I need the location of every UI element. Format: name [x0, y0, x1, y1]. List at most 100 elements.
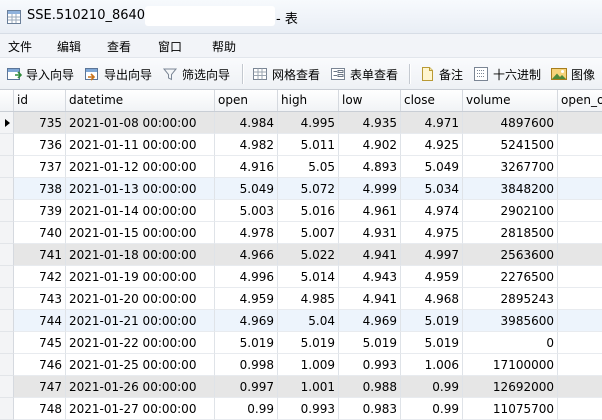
- column-header-open[interactable]: open: [215, 90, 278, 111]
- cell-low[interactable]: 0.993: [339, 354, 401, 376]
- table-row[interactable]: 738 2021-01-13 00:00:00 5.049 5.072 4.999 5.0…: [0, 178, 602, 200]
- data-grid[interactable]: id datetime open high low close volume o…: [0, 90, 602, 420]
- cell-close[interactable]: 4.975: [401, 222, 463, 244]
- cell-datetime[interactable]: 2021-01-13 00:00:00: [66, 178, 215, 200]
- cell-volume[interactable]: 2563600: [463, 244, 558, 266]
- cell-volume[interactable]: 3848200: [463, 178, 558, 200]
- cell-id[interactable]: 735: [14, 112, 66, 134]
- row-selector[interactable]: [0, 310, 14, 332]
- cell-low[interactable]: 4.902: [339, 134, 401, 156]
- row-selector[interactable]: [0, 288, 14, 310]
- cell-open[interactable]: 5.003: [215, 200, 278, 222]
- table-row[interactable]: 745 2021-01-22 00:00:00 5.019 5.019 5.019 5.0…: [0, 332, 602, 354]
- cell-datetime[interactable]: 2021-01-27 00:00:00: [66, 398, 215, 420]
- cell-high[interactable]: 5.05: [278, 156, 339, 178]
- cell-open[interactable]: 5.049: [215, 178, 278, 200]
- cell-id[interactable]: 741: [14, 244, 66, 266]
- cell-open[interactable]: 0.997: [215, 376, 278, 398]
- cell-volume[interactable]: 2895243: [463, 288, 558, 310]
- column-header-low[interactable]: low: [339, 90, 401, 111]
- cell-open-o[interactable]: [558, 200, 602, 222]
- cell-volume[interactable]: 0: [463, 332, 558, 354]
- cell-id[interactable]: 737: [14, 156, 66, 178]
- row-selector[interactable]: [0, 156, 14, 178]
- cell-volume[interactable]: 4897600: [463, 112, 558, 134]
- cell-id[interactable]: 740: [14, 222, 66, 244]
- cell-volume[interactable]: 5241500: [463, 134, 558, 156]
- cell-high[interactable]: 5.019: [278, 332, 339, 354]
- grid-view-button[interactable]: 网格查看: [252, 64, 324, 84]
- cell-open[interactable]: 4.996: [215, 266, 278, 288]
- table-row[interactable]: 742 2021-01-19 00:00:00 4.996 5.014 4.943 4.9…: [0, 266, 602, 288]
- cell-high[interactable]: 5.072: [278, 178, 339, 200]
- cell-low[interactable]: 0.988: [339, 376, 401, 398]
- cell-low[interactable]: 4.969: [339, 310, 401, 332]
- cell-open[interactable]: 4.984: [215, 112, 278, 134]
- cell-volume[interactable]: 17100000: [463, 354, 558, 376]
- cell-low[interactable]: 4.999: [339, 178, 401, 200]
- cell-datetime[interactable]: 2021-01-12 00:00:00: [66, 156, 215, 178]
- row-selector[interactable]: [0, 266, 14, 288]
- table-row[interactable]: 737 2021-01-12 00:00:00 4.916 5.05 4.893 5.04…: [0, 156, 602, 178]
- table-row[interactable]: 747 2021-01-26 00:00:00 0.997 1.001 0.988 0.9…: [0, 376, 602, 398]
- cell-close[interactable]: 5.034: [401, 178, 463, 200]
- cell-datetime[interactable]: 2021-01-20 00:00:00: [66, 288, 215, 310]
- row-selector[interactable]: [0, 398, 14, 420]
- cell-close[interactable]: 0.99: [401, 398, 463, 420]
- cell-id[interactable]: 747: [14, 376, 66, 398]
- cell-close[interactable]: 5.019: [401, 332, 463, 354]
- cell-id[interactable]: 739: [14, 200, 66, 222]
- cell-id[interactable]: 748: [14, 398, 66, 420]
- cell-high[interactable]: 4.985: [278, 288, 339, 310]
- import-wizard-button[interactable]: 导入向导: [6, 64, 78, 84]
- cell-datetime[interactable]: 2021-01-21 00:00:00: [66, 310, 215, 332]
- cell-high[interactable]: 5.016: [278, 200, 339, 222]
- menu-file[interactable]: 文件: [8, 38, 32, 55]
- menu-help[interactable]: 帮助: [212, 38, 236, 55]
- cell-open-o[interactable]: [558, 332, 602, 354]
- export-wizard-button[interactable]: 导出向导: [84, 64, 156, 84]
- cell-datetime[interactable]: 2021-01-25 00:00:00: [66, 354, 215, 376]
- cell-open[interactable]: 5.019: [215, 332, 278, 354]
- table-row[interactable]: 746 2021-01-25 00:00:00 0.998 1.009 0.993 1.0…: [0, 354, 602, 376]
- cell-open-o[interactable]: [558, 354, 602, 376]
- cell-low[interactable]: 4.935: [339, 112, 401, 134]
- cell-open-o[interactable]: [558, 134, 602, 156]
- column-header-id[interactable]: id: [14, 90, 66, 111]
- cell-open[interactable]: 0.998: [215, 354, 278, 376]
- cell-open[interactable]: 4.959: [215, 288, 278, 310]
- cell-datetime[interactable]: 2021-01-15 00:00:00: [66, 222, 215, 244]
- cell-close[interactable]: 4.971: [401, 112, 463, 134]
- cell-datetime[interactable]: 2021-01-22 00:00:00: [66, 332, 215, 354]
- cell-close[interactable]: 4.959: [401, 266, 463, 288]
- cell-volume[interactable]: 3985600: [463, 310, 558, 332]
- cell-datetime[interactable]: 2021-01-26 00:00:00: [66, 376, 215, 398]
- cell-high[interactable]: 5.011: [278, 134, 339, 156]
- row-selector[interactable]: [0, 354, 14, 376]
- cell-open-o[interactable]: [558, 222, 602, 244]
- cell-open-o[interactable]: [558, 156, 602, 178]
- cell-open[interactable]: 4.969: [215, 310, 278, 332]
- table-row[interactable]: 735 2021-01-08 00:00:00 4.984 4.995 4.935 4.9…: [0, 112, 602, 134]
- cell-open[interactable]: 4.978: [215, 222, 278, 244]
- cell-datetime[interactable]: 2021-01-14 00:00:00: [66, 200, 215, 222]
- cell-low[interactable]: 0.983: [339, 398, 401, 420]
- cell-close[interactable]: 5.049: [401, 156, 463, 178]
- cell-id[interactable]: 743: [14, 288, 66, 310]
- cell-high[interactable]: 5.04: [278, 310, 339, 332]
- row-selector[interactable]: [0, 178, 14, 200]
- table-row[interactable]: 743 2021-01-20 00:00:00 4.959 4.985 4.941 4.9…: [0, 288, 602, 310]
- table-row[interactable]: 744 2021-01-21 00:00:00 4.969 5.04 4.969 5.01…: [0, 310, 602, 332]
- cell-close[interactable]: 4.968: [401, 288, 463, 310]
- cell-datetime[interactable]: 2021-01-11 00:00:00: [66, 134, 215, 156]
- filter-wizard-button[interactable]: 筛选向导: [162, 64, 234, 84]
- cell-volume[interactable]: 11075700: [463, 398, 558, 420]
- row-selector[interactable]: [0, 244, 14, 266]
- cell-high[interactable]: 4.995: [278, 112, 339, 134]
- cell-datetime[interactable]: 2021-01-19 00:00:00: [66, 266, 215, 288]
- cell-high[interactable]: 5.007: [278, 222, 339, 244]
- cell-volume[interactable]: 2818500: [463, 222, 558, 244]
- cell-high[interactable]: 5.022: [278, 244, 339, 266]
- table-row[interactable]: 740 2021-01-15 00:00:00 4.978 5.007 4.931 4.9…: [0, 222, 602, 244]
- column-header-high[interactable]: high: [278, 90, 339, 111]
